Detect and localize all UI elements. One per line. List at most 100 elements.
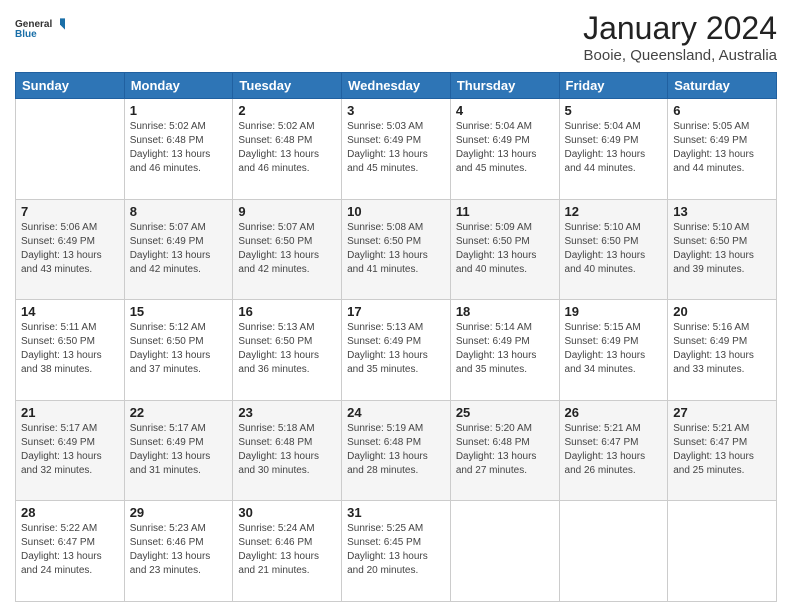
day-number: 18 [456, 304, 554, 319]
day-info: Sunrise: 5:13 AMSunset: 6:50 PMDaylight:… [238, 322, 319, 375]
day-number: 15 [130, 304, 228, 319]
calendar-cell [450, 501, 559, 602]
day-info: Sunrise: 5:05 AMSunset: 6:49 PMDaylight:… [673, 121, 754, 174]
day-number: 22 [130, 405, 228, 420]
calendar-cell: 22 Sunrise: 5:17 AMSunset: 6:49 PMDaylig… [124, 400, 233, 501]
calendar-cell: 27 Sunrise: 5:21 AMSunset: 6:47 PMDaylig… [668, 400, 777, 501]
day-number: 4 [456, 103, 554, 118]
calendar-cell: 21 Sunrise: 5:17 AMSunset: 6:49 PMDaylig… [16, 400, 125, 501]
calendar-cell: 6 Sunrise: 5:05 AMSunset: 6:49 PMDayligh… [668, 99, 777, 200]
day-number: 6 [673, 103, 771, 118]
calendar-cell: 4 Sunrise: 5:04 AMSunset: 6:49 PMDayligh… [450, 99, 559, 200]
col-thursday: Thursday [450, 73, 559, 99]
day-info: Sunrise: 5:23 AMSunset: 6:46 PMDaylight:… [130, 523, 211, 576]
month-title: January 2024 [583, 10, 777, 47]
calendar-cell: 10 Sunrise: 5:08 AMSunset: 6:50 PMDaylig… [342, 199, 451, 300]
col-sunday: Sunday [16, 73, 125, 99]
day-number: 30 [238, 505, 336, 520]
day-info: Sunrise: 5:03 AMSunset: 6:49 PMDaylight:… [347, 121, 428, 174]
day-info: Sunrise: 5:21 AMSunset: 6:47 PMDaylight:… [673, 423, 754, 476]
calendar-cell: 26 Sunrise: 5:21 AMSunset: 6:47 PMDaylig… [559, 400, 668, 501]
day-number: 24 [347, 405, 445, 420]
calendar-cell: 29 Sunrise: 5:23 AMSunset: 6:46 PMDaylig… [124, 501, 233, 602]
logo: General Blue [15, 10, 65, 48]
calendar-cell: 31 Sunrise: 5:25 AMSunset: 6:45 PMDaylig… [342, 501, 451, 602]
col-saturday: Saturday [668, 73, 777, 99]
logo-svg: General Blue [15, 10, 65, 48]
calendar-cell [559, 501, 668, 602]
calendar-cell [16, 99, 125, 200]
day-number: 29 [130, 505, 228, 520]
calendar-cell: 5 Sunrise: 5:04 AMSunset: 6:49 PMDayligh… [559, 99, 668, 200]
calendar-cell: 19 Sunrise: 5:15 AMSunset: 6:49 PMDaylig… [559, 300, 668, 401]
day-info: Sunrise: 5:16 AMSunset: 6:49 PMDaylight:… [673, 322, 754, 375]
day-number: 21 [21, 405, 119, 420]
calendar-cell: 11 Sunrise: 5:09 AMSunset: 6:50 PMDaylig… [450, 199, 559, 300]
calendar-table: Sunday Monday Tuesday Wednesday Thursday… [15, 72, 777, 602]
day-info: Sunrise: 5:02 AMSunset: 6:48 PMDaylight:… [130, 121, 211, 174]
location-subtitle: Booie, Queensland, Australia [583, 47, 777, 64]
day-number: 19 [565, 304, 663, 319]
calendar-cell: 16 Sunrise: 5:13 AMSunset: 6:50 PMDaylig… [233, 300, 342, 401]
calendar-cell [668, 501, 777, 602]
day-info: Sunrise: 5:20 AMSunset: 6:48 PMDaylight:… [456, 423, 537, 476]
svg-text:Blue: Blue [15, 29, 37, 40]
calendar-cell: 17 Sunrise: 5:13 AMSunset: 6:49 PMDaylig… [342, 300, 451, 401]
day-info: Sunrise: 5:22 AMSunset: 6:47 PMDaylight:… [21, 523, 102, 576]
calendar-cell: 18 Sunrise: 5:14 AMSunset: 6:49 PMDaylig… [450, 300, 559, 401]
calendar-cell: 30 Sunrise: 5:24 AMSunset: 6:46 PMDaylig… [233, 501, 342, 602]
calendar-cell: 8 Sunrise: 5:07 AMSunset: 6:49 PMDayligh… [124, 199, 233, 300]
day-info: Sunrise: 5:06 AMSunset: 6:49 PMDaylight:… [21, 222, 102, 275]
calendar-cell: 14 Sunrise: 5:11 AMSunset: 6:50 PMDaylig… [16, 300, 125, 401]
calendar-cell: 9 Sunrise: 5:07 AMSunset: 6:50 PMDayligh… [233, 199, 342, 300]
day-number: 23 [238, 405, 336, 420]
day-info: Sunrise: 5:08 AMSunset: 6:50 PMDaylight:… [347, 222, 428, 275]
day-info: Sunrise: 5:24 AMSunset: 6:46 PMDaylight:… [238, 523, 319, 576]
day-number: 31 [347, 505, 445, 520]
day-info: Sunrise: 5:10 AMSunset: 6:50 PMDaylight:… [565, 222, 646, 275]
day-info: Sunrise: 5:02 AMSunset: 6:48 PMDaylight:… [238, 121, 319, 174]
calendar-cell: 13 Sunrise: 5:10 AMSunset: 6:50 PMDaylig… [668, 199, 777, 300]
col-tuesday: Tuesday [233, 73, 342, 99]
day-number: 11 [456, 204, 554, 219]
calendar-cell: 2 Sunrise: 5:02 AMSunset: 6:48 PMDayligh… [233, 99, 342, 200]
day-info: Sunrise: 5:09 AMSunset: 6:50 PMDaylight:… [456, 222, 537, 275]
calendar-cell: 24 Sunrise: 5:19 AMSunset: 6:48 PMDaylig… [342, 400, 451, 501]
calendar-cell: 23 Sunrise: 5:18 AMSunset: 6:48 PMDaylig… [233, 400, 342, 501]
day-number: 10 [347, 204, 445, 219]
calendar-header-row: Sunday Monday Tuesday Wednesday Thursday… [16, 73, 777, 99]
calendar-week-2: 7 Sunrise: 5:06 AMSunset: 6:49 PMDayligh… [16, 199, 777, 300]
day-number: 3 [347, 103, 445, 118]
col-wednesday: Wednesday [342, 73, 451, 99]
day-number: 2 [238, 103, 336, 118]
calendar-cell: 7 Sunrise: 5:06 AMSunset: 6:49 PMDayligh… [16, 199, 125, 300]
svg-text:General: General [15, 19, 52, 30]
day-info: Sunrise: 5:11 AMSunset: 6:50 PMDaylight:… [21, 322, 102, 375]
day-info: Sunrise: 5:07 AMSunset: 6:49 PMDaylight:… [130, 222, 211, 275]
day-info: Sunrise: 5:10 AMSunset: 6:50 PMDaylight:… [673, 222, 754, 275]
day-number: 12 [565, 204, 663, 219]
calendar-week-1: 1 Sunrise: 5:02 AMSunset: 6:48 PMDayligh… [16, 99, 777, 200]
day-number: 20 [673, 304, 771, 319]
day-info: Sunrise: 5:18 AMSunset: 6:48 PMDaylight:… [238, 423, 319, 476]
calendar-cell: 20 Sunrise: 5:16 AMSunset: 6:49 PMDaylig… [668, 300, 777, 401]
calendar-week-3: 14 Sunrise: 5:11 AMSunset: 6:50 PMDaylig… [16, 300, 777, 401]
day-number: 28 [21, 505, 119, 520]
day-info: Sunrise: 5:13 AMSunset: 6:49 PMDaylight:… [347, 322, 428, 375]
calendar-cell: 3 Sunrise: 5:03 AMSunset: 6:49 PMDayligh… [342, 99, 451, 200]
calendar-week-4: 21 Sunrise: 5:17 AMSunset: 6:49 PMDaylig… [16, 400, 777, 501]
day-number: 27 [673, 405, 771, 420]
calendar-cell: 25 Sunrise: 5:20 AMSunset: 6:48 PMDaylig… [450, 400, 559, 501]
day-info: Sunrise: 5:15 AMSunset: 6:49 PMDaylight:… [565, 322, 646, 375]
day-number: 5 [565, 103, 663, 118]
day-number: 9 [238, 204, 336, 219]
day-info: Sunrise: 5:04 AMSunset: 6:49 PMDaylight:… [565, 121, 646, 174]
day-info: Sunrise: 5:17 AMSunset: 6:49 PMDaylight:… [130, 423, 211, 476]
day-info: Sunrise: 5:04 AMSunset: 6:49 PMDaylight:… [456, 121, 537, 174]
title-block: January 2024 Booie, Queensland, Australi… [583, 10, 777, 64]
calendar-cell: 12 Sunrise: 5:10 AMSunset: 6:50 PMDaylig… [559, 199, 668, 300]
calendar-cell: 15 Sunrise: 5:12 AMSunset: 6:50 PMDaylig… [124, 300, 233, 401]
page-header: General Blue January 2024 Booie, Queensl… [15, 10, 777, 64]
calendar-cell: 28 Sunrise: 5:22 AMSunset: 6:47 PMDaylig… [16, 501, 125, 602]
day-number: 16 [238, 304, 336, 319]
